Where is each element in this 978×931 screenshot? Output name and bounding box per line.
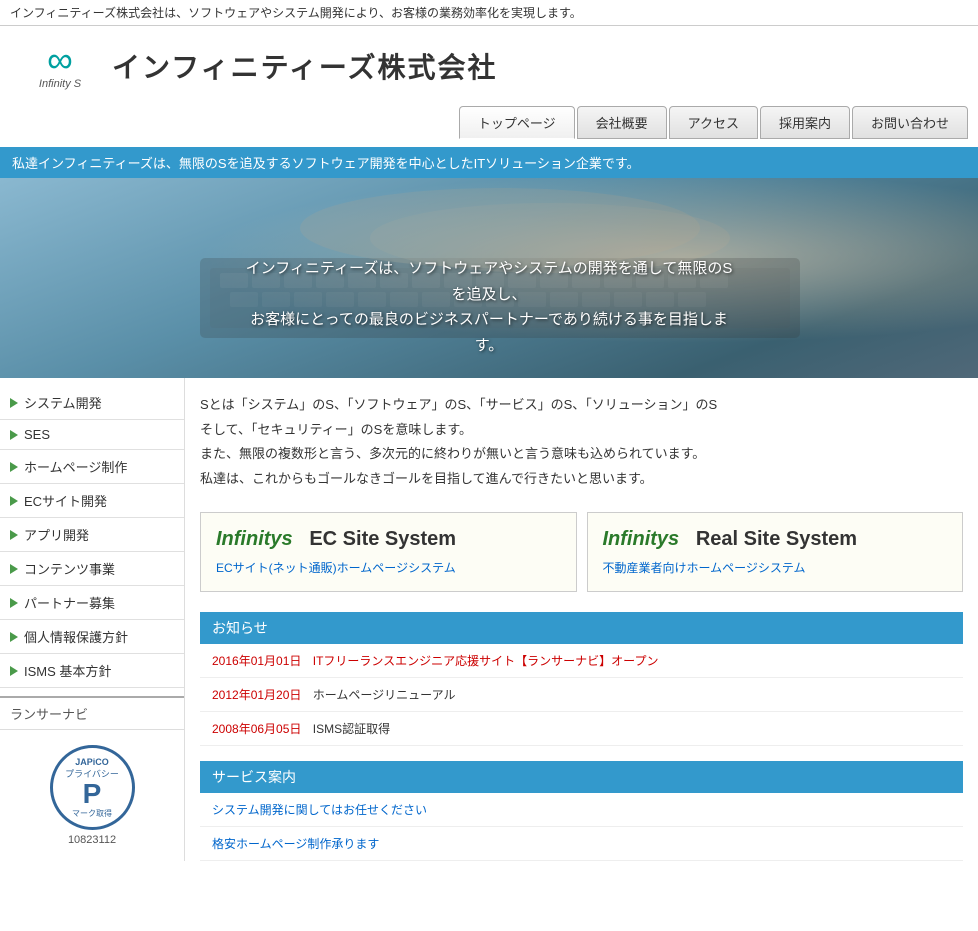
- cards-row: Infinitys EC Site System ECサイト(ネット通販)ホーム…: [200, 512, 963, 592]
- arrow-icon: [10, 530, 18, 540]
- arrow-icon: [10, 462, 18, 472]
- nav-about[interactable]: 会社概要: [577, 106, 667, 139]
- header: ∞ Infinity S インフィニティーズ株式会社: [0, 26, 978, 106]
- service-section: サービス案内 システム開発に関してはお任せください 格安ホームページ制作承ります: [200, 761, 963, 861]
- hero-text: インフィニティーズは、ソフトウェアやシステムの開発を通して無限のSを追及し、 お…: [245, 256, 734, 358]
- arrow-icon: [10, 632, 18, 642]
- sidebar-item-partner[interactable]: パートナー募集: [0, 586, 184, 620]
- privacy-p-symbol: P: [83, 780, 102, 808]
- news-item-1: 2016年01月01日 ITフリーランスエンジニア応援サイト【ランサーナビ】オー…: [200, 644, 963, 678]
- sidebar-item-homepage[interactable]: ホームページ制作: [0, 450, 184, 484]
- service-link-1[interactable]: システム開発に関してはお任せください: [212, 803, 427, 817]
- sidebar-item-contents[interactable]: コンテンツ事業: [0, 552, 184, 586]
- arrow-icon: [10, 398, 18, 408]
- nav-recruit[interactable]: 採用案内: [760, 106, 850, 139]
- sidebar-item-ses[interactable]: SES: [0, 420, 184, 450]
- sidebar-item-system-dev[interactable]: システム開発: [0, 386, 184, 420]
- tagline-bar: 私達インフィニティーズは、無限のSを追及するソフトウェア開発を中心としたITソリ…: [0, 147, 978, 178]
- hero-image: インフィニティーズは、ソフトウェアやシステムの開発を通して無限のSを追及し、 お…: [0, 178, 978, 378]
- ec-card-link[interactable]: ECサイト(ネット通販)ホームページシステム: [216, 561, 456, 575]
- sidebar-item-privacy[interactable]: 個人情報保護方針: [0, 620, 184, 654]
- service-link-2[interactable]: 格安ホームページ制作承ります: [212, 837, 379, 851]
- ec-site-card: Infinitys EC Site System ECサイト(ネット通販)ホーム…: [200, 512, 577, 592]
- sidebar: システム開発 SES ホームページ制作 ECサイト開発 アプリ開発 コンテンツ事…: [0, 378, 185, 861]
- ranser-navi-label: ランサーナビ: [0, 698, 184, 730]
- service-item-1: システム開発に関してはお任せください: [200, 793, 963, 827]
- news-section: お知らせ 2016年01月01日 ITフリーランスエンジニア応援サイト【ランサー…: [200, 612, 963, 746]
- main-content: システム開発 SES ホームページ制作 ECサイト開発 アプリ開発 コンテンツ事…: [0, 378, 978, 861]
- news-item-3: 2008年06月05日 ISMS認証取得: [200, 712, 963, 746]
- arrow-icon: [10, 598, 18, 608]
- nav-access[interactable]: アクセス: [669, 106, 758, 139]
- news-link-1[interactable]: ITフリーランスエンジニア応援サイト【ランサーナビ】オープン: [313, 654, 659, 668]
- infinity-s-text: Infinity S: [39, 78, 81, 90]
- description-text: Sとは「システム」のS、「ソフトウェア」のS、「サービス」のS、「ソリューション…: [200, 393, 963, 492]
- arrow-icon: [10, 666, 18, 676]
- nav-bar: トップページ 会社概要 アクセス 採用案内 お問い合わせ: [0, 106, 978, 147]
- real-site-card: Infinitys Real Site System 不動産業者向けホームページ…: [587, 512, 964, 592]
- arrow-icon: [10, 564, 18, 574]
- arrow-icon: [10, 496, 18, 506]
- ec-card-title: Infinitys EC Site System: [216, 528, 561, 551]
- news-item-2: 2012年01月20日 ホームページリニューアル: [200, 678, 963, 712]
- company-name: インフィニティーズ株式会社: [112, 46, 498, 86]
- service-header: サービス案内: [200, 761, 963, 793]
- service-item-2: 格安ホームページ制作承ります: [200, 827, 963, 861]
- logo-area: ∞ Infinity S インフィニティーズ株式会社: [20, 36, 498, 96]
- privacy-number: 10823112: [0, 834, 184, 846]
- arrow-icon: [10, 430, 18, 440]
- nav-contact[interactable]: お問い合わせ: [852, 106, 968, 139]
- real-card-title: Infinitys Real Site System: [603, 528, 948, 551]
- infinity-symbol: ∞: [47, 42, 73, 78]
- privacy-mark-area: JAPiCO プライバシー P マーク取得 10823112: [0, 745, 184, 846]
- top-banner: インフィニティーズ株式会社は、ソフトウェアやシステム開発により、お客様の業務効率…: [0, 0, 978, 26]
- sidebar-item-isms[interactable]: ISMS 基本方針: [0, 654, 184, 688]
- nav-top[interactable]: トップページ: [459, 106, 575, 139]
- news-header: お知らせ: [200, 612, 963, 644]
- real-card-link[interactable]: 不動産業者向けホームページシステム: [603, 561, 806, 575]
- right-content: Sとは「システム」のS、「ソフトウェア」のS、「サービス」のS、「ソリューション…: [185, 378, 978, 861]
- logo-image: ∞ Infinity S: [20, 36, 100, 96]
- sidebar-item-ec[interactable]: ECサイト開発: [0, 484, 184, 518]
- privacy-circle: JAPiCO プライバシー P マーク取得: [50, 745, 135, 830]
- sidebar-item-app[interactable]: アプリ開発: [0, 518, 184, 552]
